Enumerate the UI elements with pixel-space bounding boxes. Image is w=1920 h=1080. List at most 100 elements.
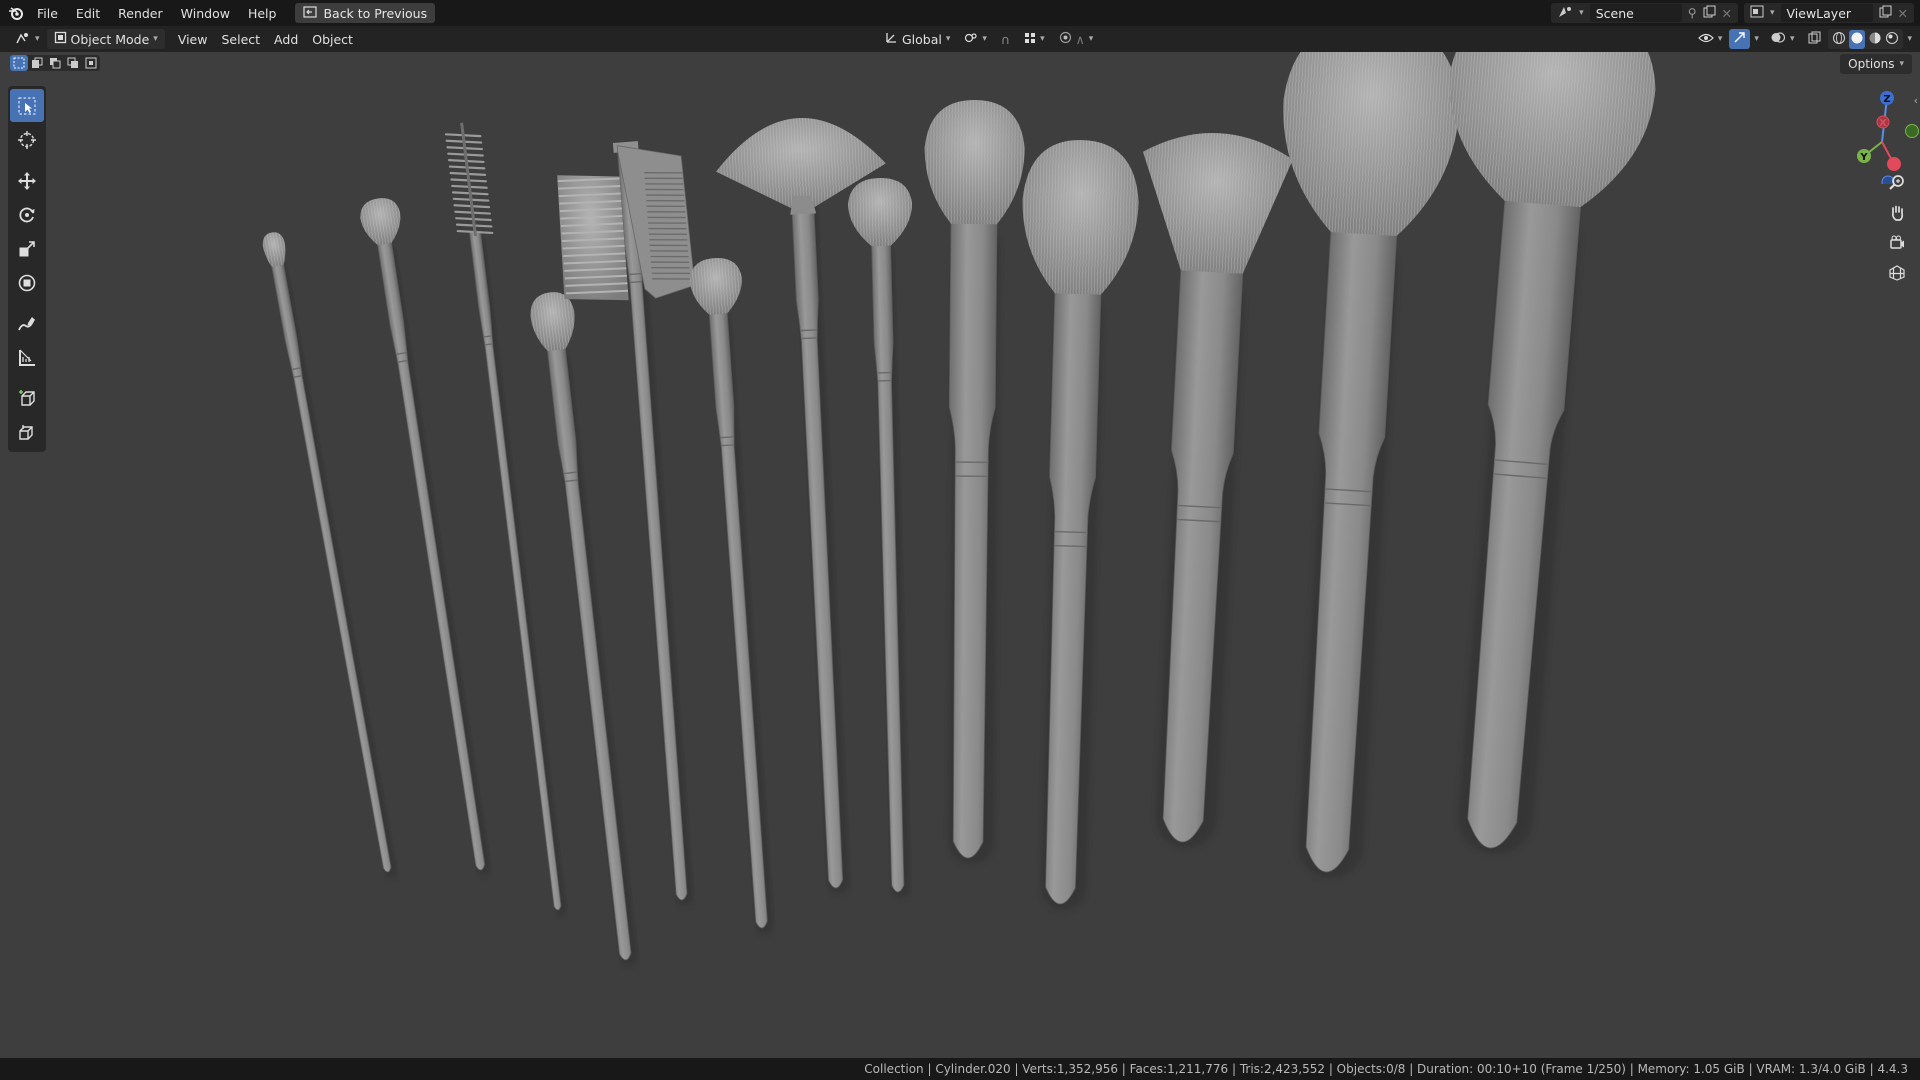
view-layer-field[interactable]: ViewLayer — [1780, 4, 1873, 22]
move-icon[interactable] — [10, 164, 44, 197]
chevron-down-icon[interactable]: ▾ — [1750, 34, 1763, 44]
gizmo-icon — [1733, 31, 1746, 47]
menu-object[interactable]: Object — [305, 29, 360, 49]
pin-icon[interactable]: ⚲ — [1688, 6, 1697, 20]
scene-selector[interactable]: ▾ Scene ⚲ ✕ — [1551, 3, 1738, 23]
delete-view-layer-icon[interactable]: ✕ — [1898, 6, 1908, 21]
menu-file[interactable]: File — [28, 6, 67, 21]
chevron-down-icon: ▾ — [1579, 8, 1584, 18]
brush-10[interactable] — [1002, 138, 1141, 911]
blender-logo-icon[interactable] — [4, 0, 28, 26]
magnet-icon: ∩ — [1000, 31, 1011, 47]
sidebar-toggle-icon[interactable]: ‹ — [1914, 94, 1918, 107]
extrude-icon[interactable] — [10, 416, 44, 449]
brush-6[interactable] — [688, 256, 788, 936]
pivot-point-dropdown[interactable]: ▾ — [957, 29, 994, 49]
view-layer-icon — [1750, 5, 1764, 21]
blender-window: File Edit Render Window Help Back to Pre… — [0, 0, 1920, 1080]
select-intersect-icon[interactable] — [82, 55, 100, 71]
visibility-dropdown[interactable]: ▾ — [1691, 29, 1730, 49]
chevron-down-icon: ▾ — [982, 34, 987, 44]
top-menu-bar: File Edit Render Window Help Back to Pre… — [0, 0, 1920, 26]
gizmo-axis-neg-y[interactable] — [1905, 124, 1919, 138]
shading-modes[interactable] — [1828, 29, 1904, 49]
annotate-icon[interactable] — [10, 307, 44, 340]
orientation-icon — [885, 31, 898, 47]
chevron-down-icon: ▾ — [35, 34, 40, 44]
wireframe-shading-icon[interactable] — [1832, 31, 1846, 48]
scene-name-field[interactable]: Scene — [1589, 4, 1682, 22]
options-label: Options — [1848, 57, 1895, 71]
chevron-down-icon: ▾ — [1088, 34, 1094, 44]
makeup-brush-models[interactable] — [261, 52, 1662, 968]
delete-scene-icon[interactable]: ✕ — [1722, 6, 1732, 21]
brush-8[interactable] — [847, 177, 930, 899]
brush-4[interactable] — [528, 290, 649, 969]
zoom-icon[interactable] — [1884, 170, 1910, 196]
measure-icon[interactable] — [10, 341, 44, 374]
material-shading-icon[interactable] — [1868, 31, 1882, 48]
object-mode-dropdown[interactable]: Object Mode ▾ — [46, 29, 165, 49]
scale-icon[interactable] — [10, 232, 44, 265]
new-scene-icon[interactable] — [1703, 5, 1716, 21]
snap-toggle[interactable]: ∩ — [994, 29, 1017, 49]
3d-viewport[interactable]: Options ▾ Z X Y ‹ — [0, 52, 1920, 1058]
pan-hand-icon[interactable] — [1884, 200, 1910, 226]
camera-icon[interactable] — [1884, 230, 1910, 256]
ortho-grid-icon[interactable] — [1884, 260, 1910, 286]
select-new-icon[interactable] — [10, 55, 28, 71]
object-mode-label: Object Mode — [70, 31, 150, 47]
chevron-down-icon: ▾ — [1040, 34, 1045, 44]
new-view-layer-icon[interactable] — [1879, 5, 1892, 21]
proportional-editing-toggle[interactable]: ∧ ▾ — [1052, 29, 1101, 49]
gizmo-axis-x-label: X — [1879, 118, 1887, 129]
select-invert-icon[interactable] — [64, 55, 82, 71]
tool-shelf — [8, 86, 46, 452]
menu-render[interactable]: Render — [109, 6, 172, 21]
chevron-down-icon: ▾ — [1899, 59, 1904, 69]
menu-select[interactable]: Select — [214, 29, 267, 49]
snap-grid-icon — [1024, 32, 1036, 47]
chevron-down-icon: ▾ — [1717, 34, 1723, 44]
view-layer-selector[interactable]: ▾ ViewLayer ✕ — [1743, 3, 1914, 23]
transform-orientation-dropdown[interactable]: Global ▾ — [878, 29, 957, 49]
rendered-shading-icon[interactable] — [1885, 31, 1899, 48]
gizmo-axis-x[interactable] — [1887, 157, 1901, 171]
brush-3[interactable] — [444, 121, 576, 918]
gizmo-toggle[interactable] — [1729, 29, 1751, 49]
editor-type-button[interactable]: ▾ — [8, 29, 47, 49]
brush-1[interactable] — [261, 231, 400, 880]
overlays-icon — [1770, 31, 1786, 47]
rotate-icon[interactable] — [10, 198, 44, 231]
chevron-down-icon[interactable]: ▾ — [1903, 34, 1920, 44]
snap-target-dropdown[interactable]: ▾ — [1017, 29, 1052, 49]
falloff-icon[interactable]: ∧ — [1076, 32, 1085, 47]
navigation-gizmo[interactable]: Z X Y — [1840, 84, 1920, 189]
menu-help[interactable]: Help — [239, 6, 286, 21]
select-subtract-icon[interactable] — [46, 55, 64, 71]
menu-add[interactable]: Add — [267, 29, 305, 49]
options-dropdown[interactable]: Options ▾ — [1840, 54, 1912, 74]
xray-icon — [1808, 31, 1821, 47]
selection-mode-group — [10, 55, 100, 71]
transform-icon[interactable] — [10, 266, 44, 299]
scene-canvas[interactable] — [0, 52, 1920, 1058]
menu-edit[interactable]: Edit — [67, 6, 109, 21]
xray-toggle[interactable] — [1801, 29, 1828, 49]
back-icon — [303, 5, 318, 21]
select-box-icon[interactable] — [10, 89, 44, 122]
overlays-toggle[interactable]: ▾ — [1763, 29, 1802, 49]
chevron-down-icon: ▾ — [1789, 34, 1795, 44]
status-bar: Collection | Cylinder.020 | Verts:1,352,… — [0, 1058, 1920, 1080]
brush-11[interactable] — [1107, 129, 1294, 852]
menu-window[interactable]: Window — [172, 6, 239, 21]
proportional-icon — [1059, 31, 1072, 47]
add-cube-icon[interactable] — [10, 382, 44, 415]
cursor-icon[interactable] — [10, 123, 44, 156]
viewport-header: ▾ Object Mode ▾ View Select Add Object G… — [0, 26, 1920, 52]
back-to-previous-button[interactable]: Back to Previous — [295, 3, 436, 23]
brush-9[interactable] — [918, 100, 1025, 865]
select-extend-icon[interactable] — [28, 55, 46, 71]
solid-shading-icon[interactable] — [1849, 29, 1866, 49]
menu-view[interactable]: View — [171, 29, 215, 49]
